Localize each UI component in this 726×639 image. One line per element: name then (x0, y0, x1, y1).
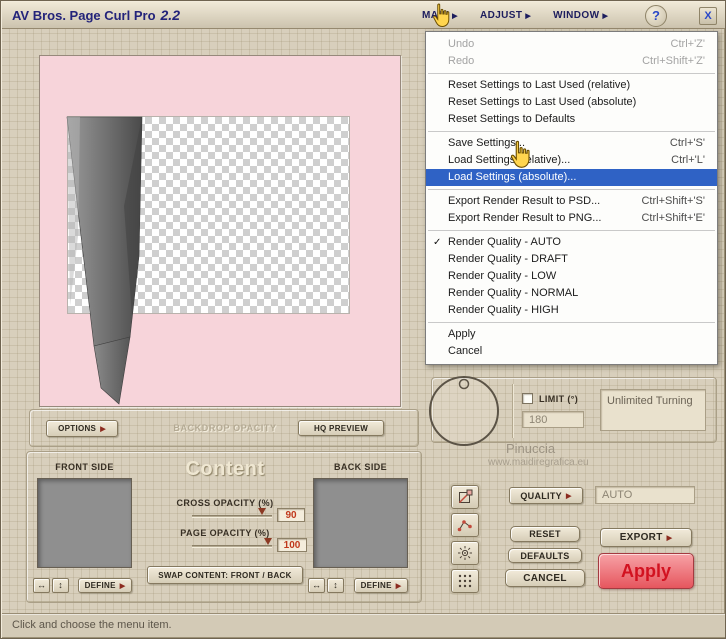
quality-button[interactable]: QUALITY ▶ (509, 487, 583, 504)
submenu-arrow-icon: ▶ (666, 534, 673, 542)
reset-button[interactable]: RESET (510, 526, 580, 542)
export-button[interactable]: EXPORT ▶ (600, 528, 692, 547)
limit-label: LIMIT (°) (539, 394, 579, 404)
defaults-button[interactable]: DEFAULTS (508, 548, 582, 563)
cross-opacity-slider[interactable] (192, 508, 272, 518)
watermark-url: www.maidiregrafica.eu (488, 457, 589, 468)
sun-icon (458, 546, 472, 560)
limit-checkbox[interactable] (522, 393, 533, 404)
content-title: Content (185, 458, 265, 480)
node-path-icon (457, 520, 472, 532)
back-flip-vertical-button[interactable]: ↕ (327, 578, 344, 593)
menu-arrow-icon: ▶ (525, 12, 532, 20)
menu-separator (428, 230, 715, 231)
menu-item-reset-defaults[interactable]: Reset Settings to Defaults (426, 111, 717, 128)
turning-dial[interactable] (427, 373, 501, 447)
menu-adjust[interactable]: ADJUST ▶ (480, 10, 531, 21)
menu-item-redo: Redo Ctrl+Shift+'Z' (448, 55, 705, 67)
submenu-arrow-icon: ▶ (100, 425, 106, 433)
close-button[interactable]: X (699, 7, 717, 25)
cross-opacity-value[interactable]: 90 (277, 508, 305, 522)
limit-value-field: 180 (522, 411, 584, 428)
panel-divider (512, 384, 513, 438)
back-flip-horizontal-button[interactable]: ↔ (308, 578, 325, 593)
menu-item-reset-relative[interactable]: Reset Settings to Last Used (relative) (426, 77, 717, 94)
menu-item-cancel[interactable]: Cancel (426, 343, 717, 360)
menu-item-apply[interactable]: Apply (426, 326, 717, 343)
back-side-label: BACK SIDE (333, 462, 388, 472)
hq-preview-button[interactable]: HQ PREVIEW (298, 420, 384, 436)
title-bar: AV Bros. Page Curl Pro 2.2 MAIN ▶ ADJUST … (2, 2, 725, 29)
main-dropdown-menu: Undo Ctrl+'Z' Redo Ctrl+Shift+'Z' Reset … (425, 31, 718, 365)
status-bar: Click and choose the menu item. (2, 613, 725, 637)
front-flip-horizontal-button[interactable]: ↔ (33, 578, 50, 593)
turning-mode-field: Unlimited Turning (600, 389, 706, 431)
page-opacity-thumb[interactable] (264, 538, 272, 545)
menu-separator (428, 73, 715, 74)
menu-item-quality-draft[interactable]: Render Quality - DRAFT (426, 251, 717, 268)
back-side-preview[interactable] (313, 478, 408, 568)
menu-separator (428, 322, 715, 323)
page-opacity-label: PAGE OPACITY (%) (180, 528, 270, 538)
menu-item-quality-auto[interactable]: ✓ Render Quality - AUTO (426, 234, 717, 251)
checkmark-icon: ✓ (433, 237, 442, 248)
lighting-tool-button[interactable] (451, 541, 479, 565)
corner-pin-tool-button[interactable] (451, 485, 479, 509)
menu-window[interactable]: WINDOW ▶ (553, 10, 608, 21)
back-define-button[interactable]: DEFINE ▶ (354, 578, 408, 593)
menu-item-load-settings-absolute[interactable]: Load Settings (absolute)... (426, 169, 717, 186)
page-opacity-value[interactable]: 100 (277, 538, 307, 552)
dot-grid-icon (458, 574, 472, 588)
content-panel: FRONT SIDE Content CROSS OPACITY (%) 90 … (26, 451, 422, 603)
preview-area[interactable] (39, 55, 401, 407)
menu-main[interactable]: MAIN ▶ (422, 10, 458, 21)
front-side-label: FRONT SIDE (55, 462, 114, 472)
submenu-arrow-icon: ▶ (565, 492, 572, 500)
help-button[interactable]: ? (645, 5, 667, 27)
menu-separator (428, 189, 715, 190)
submenu-arrow-icon: ▶ (119, 582, 126, 590)
menu-arrow-icon: ▶ (602, 12, 609, 20)
menu-arrow-icon: ▶ (452, 12, 458, 20)
submenu-arrow-icon: ▶ (395, 582, 402, 590)
page-opacity-slider[interactable] (192, 538, 272, 548)
swap-content-button[interactable]: SWAP CONTENT: FRONT / BACK (147, 566, 303, 584)
page-curl-graphic (66, 116, 143, 405)
backdrop-opacity-label: BACKDROP OPACITY (173, 423, 277, 433)
menu-item-quality-normal[interactable]: Render Quality - NORMAL (426, 285, 717, 302)
quality-value-field: AUTO (595, 486, 695, 504)
front-side-preview[interactable] (37, 478, 132, 568)
menu-item-quality-low[interactable]: Render Quality - LOW (426, 268, 717, 285)
menu-item-load-settings-relative[interactable]: Load Settings (relative)... Ctrl+'L' (426, 152, 717, 169)
node-path-tool-button[interactable] (451, 513, 479, 537)
menu-item-save-settings[interactable]: Save Settings... Ctrl+'S' (426, 135, 717, 152)
menu-bar: MAIN ▶ ADJUST ▶ WINDOW ▶ (422, 2, 608, 29)
window-title: AV Bros. Page Curl Pro 2.2 (12, 2, 180, 29)
texture-tool-button[interactable] (451, 569, 479, 593)
app-window: AV Bros. Page Curl Pro 2.2 MAIN ▶ ADJUST … (0, 0, 726, 639)
cancel-button[interactable]: CANCEL (505, 569, 585, 587)
status-text: Click and choose the menu item. (12, 619, 172, 631)
menu-item-quality-high[interactable]: Render Quality - HIGH (426, 302, 717, 319)
cross-opacity-label: CROSS OPACITY (%) (176, 498, 274, 508)
cross-opacity-thumb[interactable] (258, 508, 266, 515)
menu-item-export-png[interactable]: Export Render Result to PNG... Ctrl+Shif… (426, 210, 717, 227)
apply-button[interactable]: Apply (598, 553, 694, 589)
menu-item-export-psd[interactable]: Export Render Result to PSD... Ctrl+Shif… (426, 193, 717, 210)
app-version: 2.2 (160, 7, 180, 23)
front-flip-vertical-button[interactable]: ↕ (52, 578, 69, 593)
watermark-name: Pinuccia (506, 441, 556, 456)
backdrop-strip: OPTIONS ▶ BACKDROP OPACITY HQ PREVIEW (29, 409, 419, 447)
menu-item-undo: Undo Ctrl+'Z' (448, 38, 705, 50)
menu-separator (428, 131, 715, 132)
menu-item-reset-absolute[interactable]: Reset Settings to Last Used (absolute) (426, 94, 717, 111)
options-button[interactable]: OPTIONS ▶ (46, 420, 118, 437)
app-name: AV Bros. Page Curl Pro (12, 8, 156, 23)
corner-pin-icon (458, 489, 473, 504)
front-define-button[interactable]: DEFINE ▶ (78, 578, 132, 593)
